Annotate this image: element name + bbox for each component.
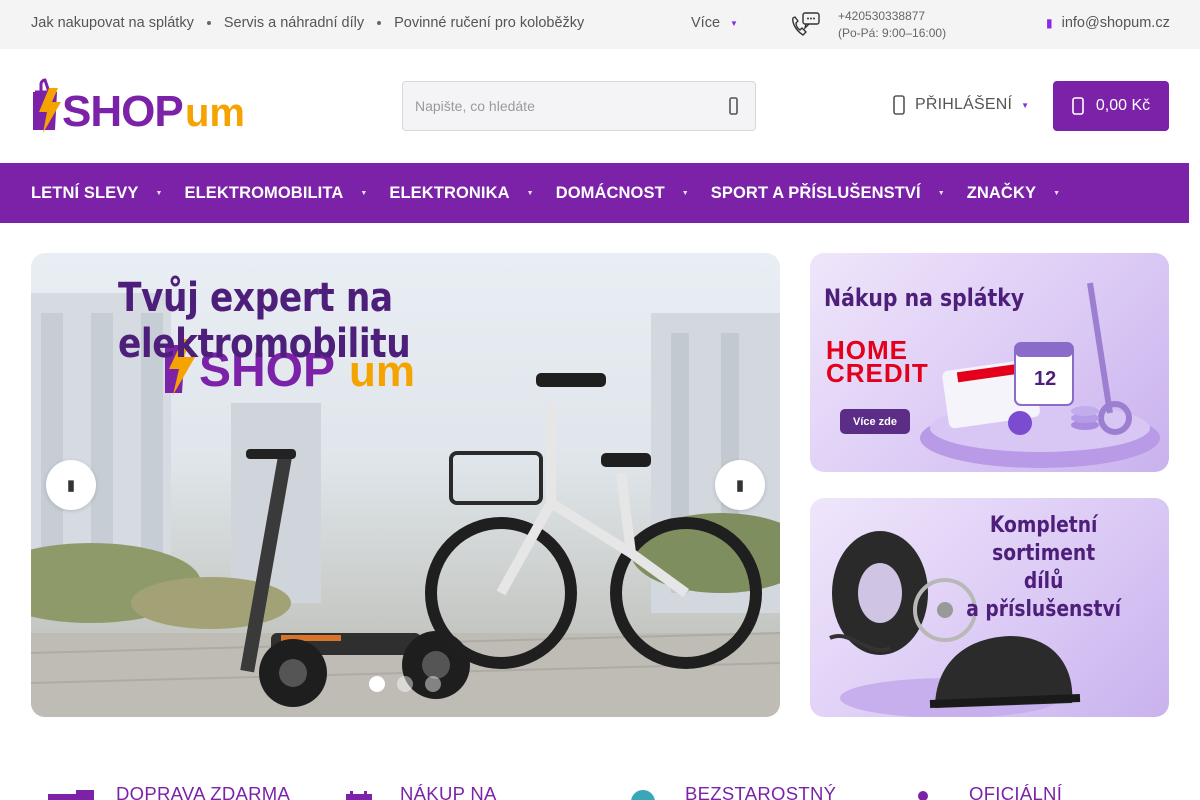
cart-button[interactable]: 0,00 Kč	[1053, 81, 1169, 131]
feature-installments: NÁKUP NA	[344, 780, 497, 800]
banner-parts-line-3: a příslušenství	[966, 597, 1122, 622]
feature-label: NÁKUP NA	[400, 783, 497, 800]
slider-prev-button[interactable]: ▮	[46, 460, 96, 510]
nav-item-label: SPORT A PŘÍSLUŠENSTVÍ	[710, 183, 921, 202]
banner-parts-title: Kompletní sortiment dílů a příslušenství	[951, 512, 1136, 624]
features-row: DOPRAVA ZDARMA NÁKUP NA BEZSTAROSTNÝ OFI…	[0, 780, 1200, 800]
truck-icon	[48, 790, 94, 800]
nav-item-domacnost[interactable]: DOMÁCNOST ▼	[556, 184, 689, 203]
logo-text-left: SHOP	[62, 87, 183, 136]
top-link-insurance[interactable]: Povinné ručení pro koloběžky	[394, 15, 584, 31]
email-link[interactable]: ▮ info@shopum.cz	[1046, 15, 1170, 31]
calendar-icon	[346, 791, 372, 800]
nav-item-label: ELEKTRONIKA	[389, 183, 510, 202]
phone-hours: (Po-Pá: 9:00–16:00)	[838, 26, 947, 40]
nav-item-label: DOMÁCNOST	[555, 183, 665, 202]
hero-slider[interactable]: SHOP um Tvůj expert na elektromobilitu ▮…	[31, 253, 780, 717]
chevron-down-icon: ▼	[155, 189, 163, 197]
top-link-service[interactable]: Servis a náhradní díly	[224, 15, 364, 31]
cart-total: 0,00 Kč	[1095, 97, 1151, 114]
chevron-down-icon: ▼	[1053, 189, 1061, 197]
logo-text-right: um	[185, 91, 245, 135]
separator-dot	[377, 21, 382, 25]
user-icon	[893, 95, 905, 115]
slider-dot-1[interactable]	[369, 676, 385, 692]
nav-item-elektronika[interactable]: ELEKTRONIKA ▼	[389, 184, 533, 203]
nav-item-sport[interactable]: SPORT A PŘÍSLUŠENSTVÍ ▼	[711, 184, 945, 203]
slider-dot-2[interactable]	[397, 676, 413, 692]
banner-more-button[interactable]: Více zde	[840, 409, 910, 434]
feature-official: OFICIÁLNÍ	[911, 780, 1062, 800]
phone-support-icon	[792, 12, 820, 36]
chevron-down-icon: ▼	[360, 189, 368, 197]
mail-icon: ▮	[1046, 16, 1053, 30]
banner-installments-title: Nákup na splátky	[824, 284, 1025, 312]
homecredit-line-2: CREDIT	[826, 358, 929, 388]
slider-dot-3[interactable]	[425, 676, 441, 692]
email-text: info@shopum.cz	[1061, 15, 1170, 31]
banner-parts-line-1: Kompletní sortiment	[989, 513, 1098, 566]
chevron-down-icon: ▼	[937, 189, 945, 197]
feature-label: BEZSTAROSTNÝ	[685, 783, 837, 800]
feature-label: OFICIÁLNÍ	[969, 783, 1063, 800]
search-box	[402, 81, 756, 131]
banner-parts-accessories[interactable]: Kompletní sortiment dílů a příslušenství	[810, 498, 1169, 717]
top-links: Jak nakupovat na splátky Servis a náhrad…	[31, 15, 584, 31]
feature-free-shipping: DOPRAVA ZDARMA	[48, 780, 290, 800]
svg-text:12: 12	[1034, 368, 1056, 390]
more-dropdown[interactable]: Více ▼	[691, 15, 738, 31]
search-input[interactable]	[415, 82, 715, 130]
arrow-right-icon: ▮	[735, 477, 745, 494]
feature-carefree: BEZSTAROSTNÝ	[625, 780, 836, 800]
nav-item-label: ZNAČKY	[966, 183, 1037, 202]
chevron-down-icon: ▼	[1021, 100, 1030, 110]
feature-label: DOPRAVA ZDARMA	[116, 783, 291, 800]
more-label: Více	[691, 15, 721, 31]
search-icon[interactable]	[725, 97, 743, 115]
nav-item-letni-slevy[interactable]: LETNÍ SLEVY ▼	[31, 184, 162, 203]
chevron-down-icon: ▼	[526, 189, 534, 197]
phone-number[interactable]: +420530338877	[838, 9, 925, 23]
arrow-left-icon: ▮	[66, 477, 76, 494]
chevron-down-icon: ▼	[681, 189, 689, 197]
hero-headline: Tvůj expert na elektromobilitu	[118, 275, 411, 367]
top-bar: Jak nakupovat na splátky Servis a náhrad…	[0, 0, 1200, 49]
separator-dot	[206, 21, 211, 25]
main-nav: LETNÍ SLEVY ▼ ELEKTROMOBILITA ▼ ELEKTRONIK…	[0, 163, 1189, 223]
login-button[interactable]: PŘIHLÁŠENÍ ▼	[893, 95, 1029, 115]
login-label: PŘIHLÁŠENÍ	[915, 96, 1013, 113]
award-icon	[918, 791, 928, 800]
banner-parts-line-2: dílů	[1023, 569, 1064, 594]
banner-installments[interactable]: 12 Nákup na splátky HOME CREDIT Více zde	[810, 253, 1169, 472]
slider-dots	[369, 676, 453, 692]
shopum-logo[interactable]: SHOP um	[31, 78, 259, 136]
badge-icon	[631, 790, 655, 800]
cart-icon	[1072, 97, 1084, 115]
nav-item-elektromobilita[interactable]: ELEKTROMOBILITA ▼	[184, 184, 367, 203]
top-link-installments[interactable]: Jak nakupovat na splátky	[31, 15, 194, 31]
nav-item-label: ELEKTROMOBILITA	[184, 183, 344, 202]
homecredit-logo: HOME CREDIT	[826, 337, 929, 388]
nav-item-znacky[interactable]: ZNAČKY ▼	[967, 184, 1060, 203]
nav-item-label: LETNÍ SLEVY	[31, 183, 139, 202]
slider-next-button[interactable]: ▮	[715, 460, 765, 510]
chevron-down-icon: ▼	[730, 18, 738, 28]
